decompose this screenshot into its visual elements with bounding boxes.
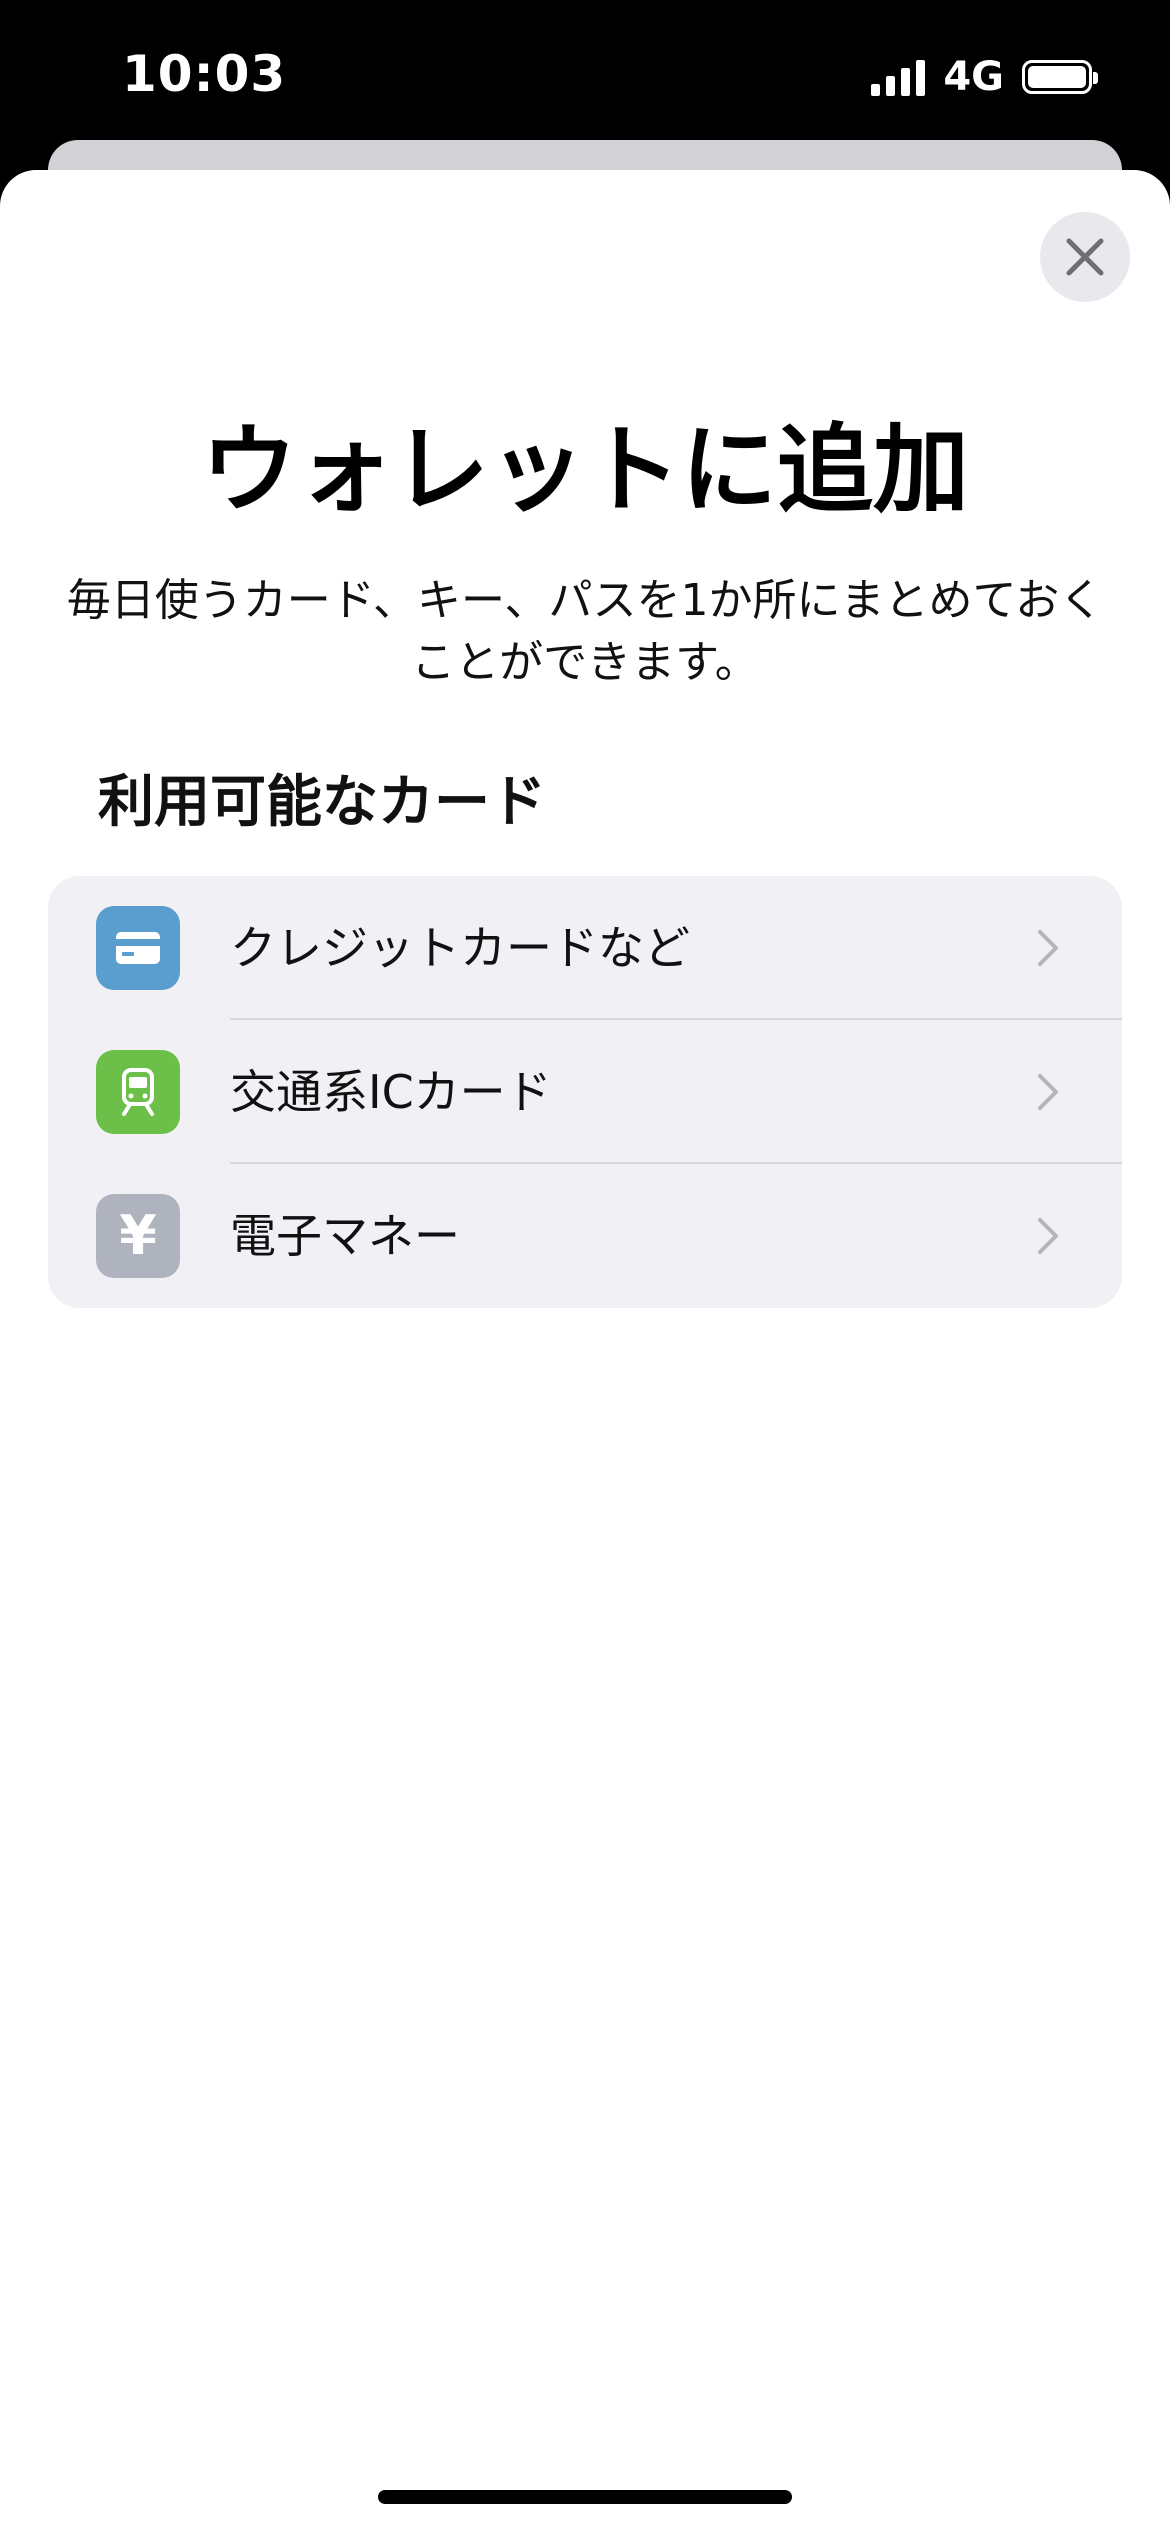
yen-icon: ¥ — [96, 1194, 180, 1278]
network-type: 4G — [943, 54, 1004, 100]
page-subtitle: 毎日使うカード、キー、パスを1か所にまとめておくことができます。 — [66, 575, 1104, 688]
status-time: 10:03 — [122, 45, 287, 103]
status-bar: 10:03 4G — [0, 0, 1170, 150]
list-item-label: 電子マネー — [230, 1209, 460, 1263]
list-item-label: クレジットカードなど — [230, 921, 690, 975]
chevron-right-icon — [1038, 1074, 1058, 1110]
list-item-transit-ic-card[interactable]: 交通系ICカード — [48, 1020, 1122, 1164]
train-icon — [96, 1050, 180, 1134]
chevron-right-icon — [1038, 930, 1058, 966]
section-title: 利用可能なカード — [98, 770, 546, 835]
list-item-credit-card[interactable]: クレジットカードなど — [48, 876, 1122, 1020]
card-type-list: クレジットカードなど 交通系ICカード ¥ 電子マネー — [48, 876, 1122, 1308]
battery-icon — [1022, 60, 1098, 94]
add-to-wallet-sheet: ウォレットに追加 毎日使うカード、キー、パスを1か所にまとめておくことができます… — [0, 170, 1170, 2532]
battery-nub — [1093, 72, 1098, 84]
yen-glyph: ¥ — [119, 1204, 157, 1267]
page-title: ウォレットに追加 — [201, 414, 969, 526]
close-icon — [1066, 238, 1104, 276]
wallet-add-screen: 10:03 4G ウォレットに追加 毎日使うカード、キー、パスを1か所にまとめて… — [0, 0, 1170, 2532]
list-item-label: 交通系ICカード — [230, 1065, 552, 1119]
home-indicator[interactable] — [378, 2490, 792, 2504]
cellular-signal-icon — [871, 58, 926, 96]
chevron-right-icon — [1038, 1218, 1058, 1254]
credit-card-icon — [96, 906, 180, 990]
battery-fill — [1028, 66, 1086, 88]
close-button[interactable] — [1040, 212, 1130, 302]
status-indicators: 4G — [871, 54, 1098, 100]
list-item-e-money[interactable]: ¥ 電子マネー — [48, 1164, 1122, 1308]
